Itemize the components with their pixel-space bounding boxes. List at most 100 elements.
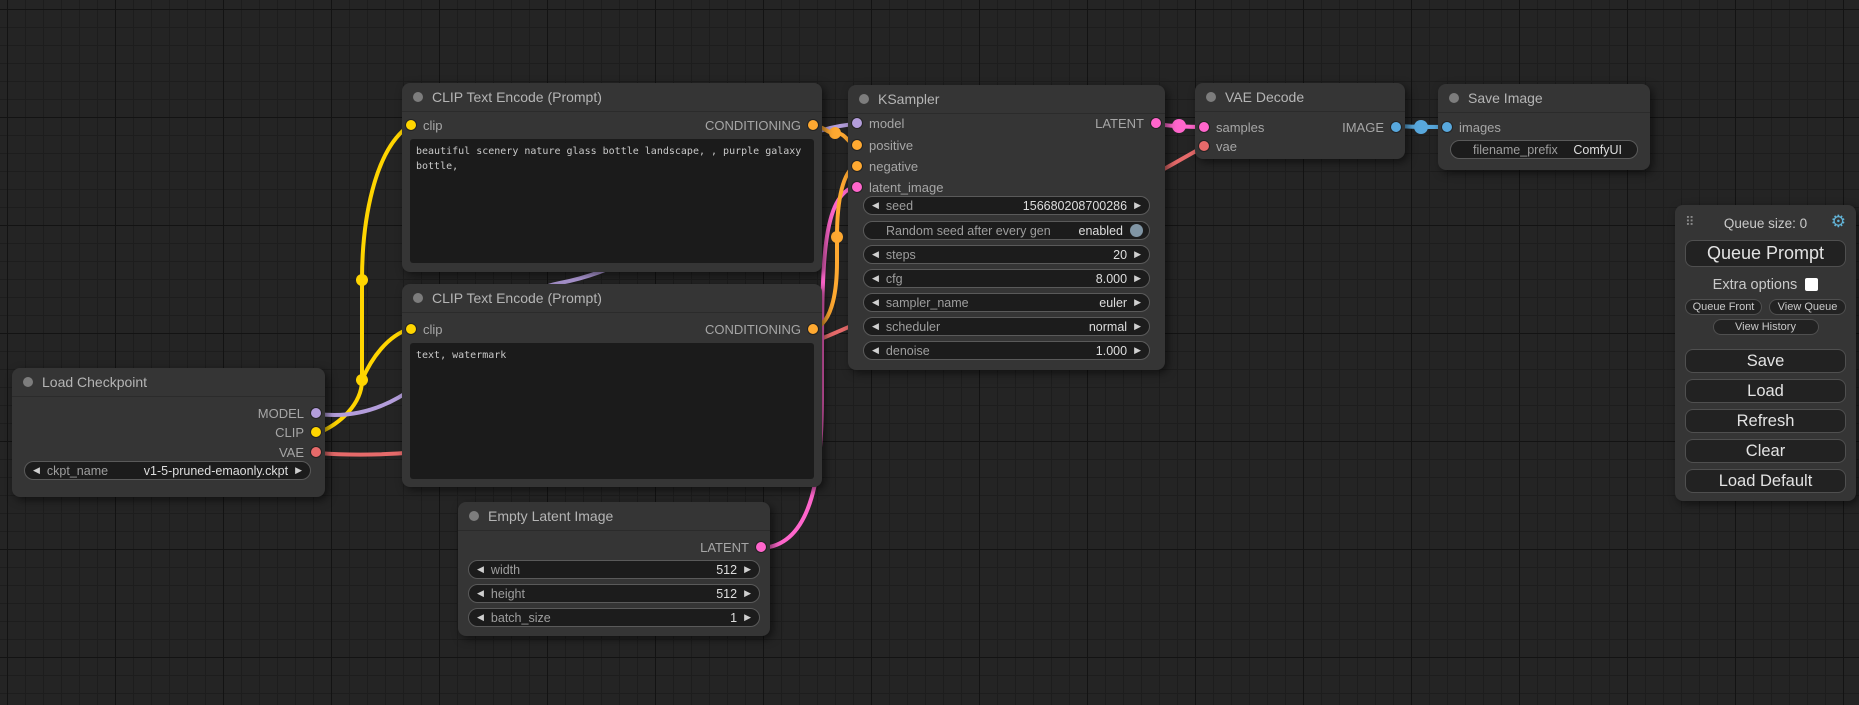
decrement-arrow-icon[interactable]: ◀ <box>872 250 879 259</box>
input-port-images[interactable]: images <box>1442 118 1501 136</box>
sampler-name-widget[interactable]: ◀ sampler_name euler ▶ <box>863 293 1150 312</box>
node-empty-latent-image[interactable]: Empty Latent Image LATENT ◀ width 512 ▶ … <box>458 502 770 636</box>
node-header[interactable]: VAE Decode <box>1195 83 1405 112</box>
decrement-arrow-icon[interactable]: ◀ <box>33 466 40 475</box>
queue-prompt-button[interactable]: Queue Prompt <box>1685 240 1846 267</box>
conditioning-port-icon[interactable] <box>852 161 862 171</box>
decrement-arrow-icon[interactable]: ◀ <box>872 274 879 283</box>
load-button[interactable]: Load <box>1685 379 1846 403</box>
output-port-latent[interactable]: LATENT <box>1095 114 1161 132</box>
output-port-conditioning[interactable]: CONDITIONING <box>705 116 818 134</box>
scheduler-widget[interactable]: ◀ scheduler normal ▶ <box>863 317 1150 336</box>
queue-panel[interactable]: ⠿ Queue size: 0 ⚙ Queue Prompt Extra opt… <box>1675 205 1856 501</box>
conditioning-port-icon[interactable] <box>808 120 818 130</box>
decrement-arrow-icon[interactable]: ◀ <box>872 322 879 331</box>
queue-front-button[interactable]: Queue Front <box>1685 299 1762 315</box>
batch-size-widget[interactable]: ◀ batch_size 1 ▶ <box>468 608 760 627</box>
node-save-image[interactable]: Save Image images filename_prefix ComfyU… <box>1438 84 1650 170</box>
node-vae-decode[interactable]: VAE Decode samples vae IMAGE <box>1195 83 1405 159</box>
random-seed-toggle-widget[interactable]: Random seed after every gen enabled <box>863 221 1150 240</box>
output-port-vae[interactable]: VAE <box>279 443 321 461</box>
cfg-widget[interactable]: ◀ cfg 8.000 ▶ <box>863 269 1150 288</box>
node-header[interactable]: Load Checkpoint <box>12 368 325 397</box>
clip-port-icon[interactable] <box>406 324 416 334</box>
input-port-negative[interactable]: negative <box>852 157 918 175</box>
extra-options-checkbox[interactable] <box>1805 278 1818 291</box>
reroute-dot-clip-upper[interactable] <box>356 274 368 286</box>
clip-port-icon[interactable] <box>311 427 321 437</box>
save-button[interactable]: Save <box>1685 349 1846 373</box>
model-port-icon[interactable] <box>852 118 862 128</box>
increment-arrow-icon[interactable]: ▶ <box>1134 322 1141 331</box>
input-port-clip[interactable]: clip <box>406 116 443 134</box>
filename-prefix-widget[interactable]: filename_prefix ComfyUI <box>1450 140 1638 159</box>
reroute-dot-positive[interactable] <box>829 127 841 139</box>
clip-port-icon[interactable] <box>406 120 416 130</box>
reroute-dot-samples[interactable] <box>1172 119 1186 133</box>
toggle-dot-icon[interactable] <box>1130 224 1143 237</box>
settings-gear-icon[interactable]: ⚙ <box>1831 213 1846 230</box>
node-ksampler[interactable]: KSampler model positive negative latent_… <box>848 85 1165 370</box>
ckpt-name-widget[interactable]: ◀ ckpt_name v1-5-pruned-emaonly.ckpt ▶ <box>24 461 311 480</box>
node-load-checkpoint[interactable]: Load Checkpoint MODEL CLIP VAE ◀ ckpt_na… <box>12 368 325 497</box>
image-port-icon[interactable] <box>1442 122 1452 132</box>
increment-arrow-icon[interactable]: ▶ <box>1134 274 1141 283</box>
conditioning-port-icon[interactable] <box>808 324 818 334</box>
height-widget[interactable]: ◀ height 512 ▶ <box>468 584 760 603</box>
load-default-button[interactable]: Load Default <box>1685 469 1846 493</box>
steps-widget[interactable]: ◀ steps 20 ▶ <box>863 245 1150 264</box>
increment-arrow-icon[interactable]: ▶ <box>295 466 302 475</box>
node-header[interactable]: Empty Latent Image <box>458 502 770 531</box>
view-history-button[interactable]: View History <box>1713 319 1819 335</box>
collapse-dot-icon[interactable] <box>413 92 423 102</box>
collapse-dot-icon[interactable] <box>1206 92 1216 102</box>
increment-arrow-icon[interactable]: ▶ <box>744 613 751 622</box>
collapse-dot-icon[interactable] <box>413 293 423 303</box>
output-port-latent[interactable]: LATENT <box>700 538 766 556</box>
decrement-arrow-icon[interactable]: ◀ <box>477 565 484 574</box>
clear-button[interactable]: Clear <box>1685 439 1846 463</box>
latent-port-icon[interactable] <box>1151 118 1161 128</box>
increment-arrow-icon[interactable]: ▶ <box>1134 250 1141 259</box>
output-port-image[interactable]: IMAGE <box>1342 118 1401 136</box>
decrement-arrow-icon[interactable]: ◀ <box>872 298 879 307</box>
image-port-icon[interactable] <box>1391 122 1401 132</box>
collapse-dot-icon[interactable] <box>23 377 33 387</box>
input-port-latent-image[interactable]: latent_image <box>852 178 943 196</box>
increment-arrow-icon[interactable]: ▶ <box>1134 298 1141 307</box>
node-clip-text-encode-negative[interactable]: CLIP Text Encode (Prompt) clip CONDITION… <box>402 284 822 487</box>
refresh-button[interactable]: Refresh <box>1685 409 1846 433</box>
output-port-clip[interactable]: CLIP <box>275 423 321 441</box>
view-queue-button[interactable]: View Queue <box>1769 299 1846 315</box>
latent-port-icon[interactable] <box>852 182 862 192</box>
collapse-dot-icon[interactable] <box>859 94 869 104</box>
increment-arrow-icon[interactable]: ▶ <box>744 589 751 598</box>
width-widget[interactable]: ◀ width 512 ▶ <box>468 560 760 579</box>
decrement-arrow-icon[interactable]: ◀ <box>872 201 879 210</box>
output-port-conditioning[interactable]: CONDITIONING <box>705 320 818 338</box>
latent-port-icon[interactable] <box>756 542 766 552</box>
conditioning-port-icon[interactable] <box>852 140 862 150</box>
node-header[interactable]: Save Image <box>1438 84 1650 113</box>
increment-arrow-icon[interactable]: ▶ <box>1134 201 1141 210</box>
input-port-positive[interactable]: positive <box>852 136 913 154</box>
node-clip-text-encode-positive[interactable]: CLIP Text Encode (Prompt) clip CONDITION… <box>402 83 822 272</box>
node-header[interactable]: KSampler <box>848 85 1165 114</box>
input-port-samples[interactable]: samples <box>1199 118 1264 136</box>
input-port-model[interactable]: model <box>852 114 904 132</box>
output-port-model[interactable]: MODEL <box>258 404 321 422</box>
latent-port-icon[interactable] <box>1199 122 1209 132</box>
reroute-dot-negative[interactable] <box>831 231 843 243</box>
graph-canvas[interactable]: Load Checkpoint MODEL CLIP VAE ◀ ckpt_na… <box>0 0 1859 705</box>
increment-arrow-icon[interactable]: ▶ <box>744 565 751 574</box>
collapse-dot-icon[interactable] <box>1449 93 1459 103</box>
node-header[interactable]: CLIP Text Encode (Prompt) <box>402 284 822 313</box>
reroute-dot-clip-lower[interactable] <box>356 374 368 386</box>
input-port-clip[interactable]: clip <box>406 320 443 338</box>
increment-arrow-icon[interactable]: ▶ <box>1134 346 1141 355</box>
vae-port-icon[interactable] <box>1199 141 1209 151</box>
drag-handle-icon[interactable]: ⠿ <box>1685 214 1694 230</box>
vae-port-icon[interactable] <box>311 447 321 457</box>
collapse-dot-icon[interactable] <box>469 511 479 521</box>
seed-widget[interactable]: ◀ seed 156680208700286 ▶ <box>863 196 1150 215</box>
